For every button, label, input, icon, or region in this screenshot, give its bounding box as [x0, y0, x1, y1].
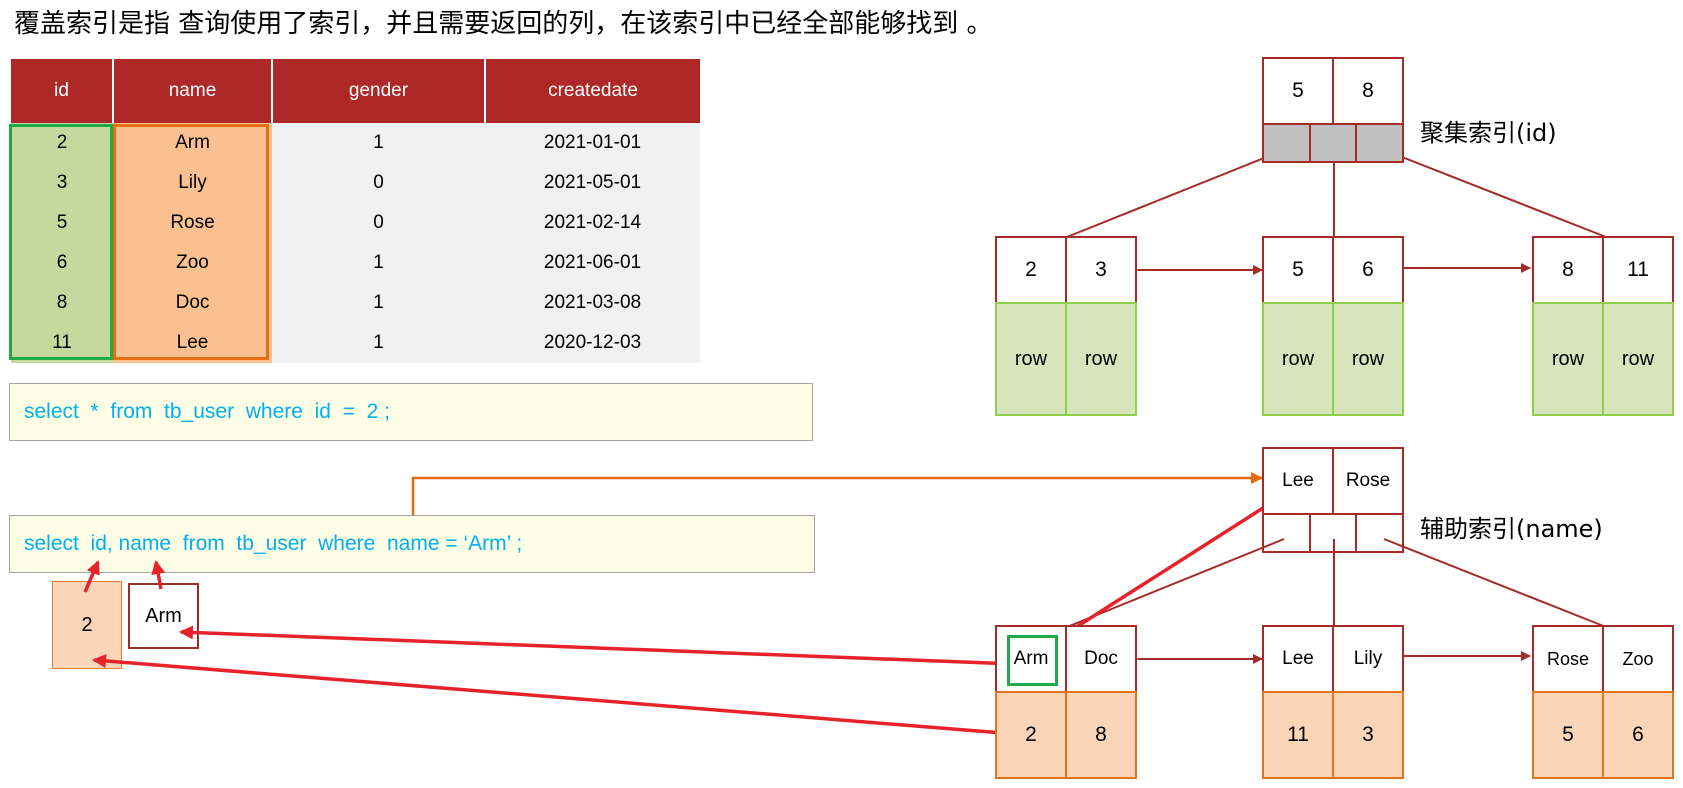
leaf-row-data: row	[1604, 302, 1674, 416]
clustered-leaf-rows: row row	[1532, 302, 1674, 416]
pointer-slot	[1262, 513, 1311, 553]
secondary-edge-right	[1383, 538, 1607, 628]
leaf-primary-key: 11	[1262, 691, 1334, 779]
clustered-leaf-rows: row row	[1262, 302, 1404, 416]
leaf-key: 5	[1262, 236, 1334, 304]
clustered-leaf-rows: row row	[995, 302, 1137, 416]
leaf-key: 2	[995, 236, 1067, 304]
leaf-primary-key: 5	[1532, 691, 1604, 779]
secondary-root-node: Lee Rose	[1262, 447, 1404, 515]
result-id-up-arrow	[83, 560, 100, 593]
leaf-primary-key: 8	[1067, 691, 1137, 779]
secondary-root-key: Rose	[1334, 447, 1404, 515]
secondary-root-key: Lee	[1262, 447, 1334, 515]
leaf-row-data: row	[1532, 302, 1604, 416]
clustered-leaf-node: 2 3	[995, 236, 1137, 304]
secondary-leaf-pks: 11 3	[1262, 691, 1404, 779]
pointer-slot	[1357, 123, 1405, 163]
leaf-primary-key: 2	[995, 691, 1067, 779]
leaf-key: Zoo	[1604, 625, 1674, 693]
leaf-key: 11	[1604, 236, 1674, 304]
secondary-root-pointers	[1262, 513, 1405, 553]
leaf-key: Doc	[1067, 625, 1137, 693]
pointer-slot	[1262, 123, 1311, 163]
arm-key-highlight	[1007, 635, 1058, 686]
clustered-root-key: 5	[1262, 57, 1334, 125]
secondary-leaf-node: Lee Lily	[1262, 625, 1404, 693]
clustered-edge-right	[1383, 149, 1607, 238]
pointer-slot	[1357, 513, 1405, 553]
secondary-leaf-pks: 5 6	[1532, 691, 1674, 779]
leaf-row-data: row	[1334, 302, 1404, 416]
leaf-key: Lily	[1334, 625, 1404, 693]
arm-to-result-name-arrow	[179, 625, 1016, 666]
clustered-root-pointers	[1262, 123, 1405, 163]
leaf-key: Rose	[1532, 625, 1604, 693]
clustered-leaf-node: 5 6	[1262, 236, 1404, 304]
leaf-primary-key: 3	[1334, 691, 1404, 779]
leaf-row-data: row	[1262, 302, 1334, 416]
leaf-primary-key: 6	[1604, 691, 1674, 779]
pointer-slot	[1310, 123, 1358, 163]
result-name-up-arrow	[151, 560, 166, 590]
secondary-leaf-pks: 2 8	[995, 691, 1137, 779]
clustered-edge-left	[1066, 149, 1285, 238]
leaf-key: 3	[1067, 236, 1137, 304]
leaf-row-data: row	[1067, 302, 1137, 416]
clustered-root-key: 8	[1334, 57, 1404, 125]
leaf-row-data: row	[995, 302, 1067, 416]
leaf-key: Lee	[1262, 625, 1334, 693]
secondary-leaf-node: Rose Zoo	[1532, 625, 1674, 693]
pk-to-result-id-arrow	[92, 653, 1016, 736]
query-to-secondary-arrow	[411, 472, 1263, 515]
clustered-leaf-node: 8 11	[1532, 236, 1674, 304]
leaf-key: 6	[1334, 236, 1404, 304]
clustered-index-label: 聚集索引(id)	[1420, 119, 1557, 147]
secondary-index-label: 辅助索引(name)	[1420, 515, 1603, 543]
clustered-root-node: 5 8	[1262, 57, 1404, 125]
leaf-key: 8	[1532, 236, 1604, 304]
pointer-slot	[1310, 513, 1358, 553]
